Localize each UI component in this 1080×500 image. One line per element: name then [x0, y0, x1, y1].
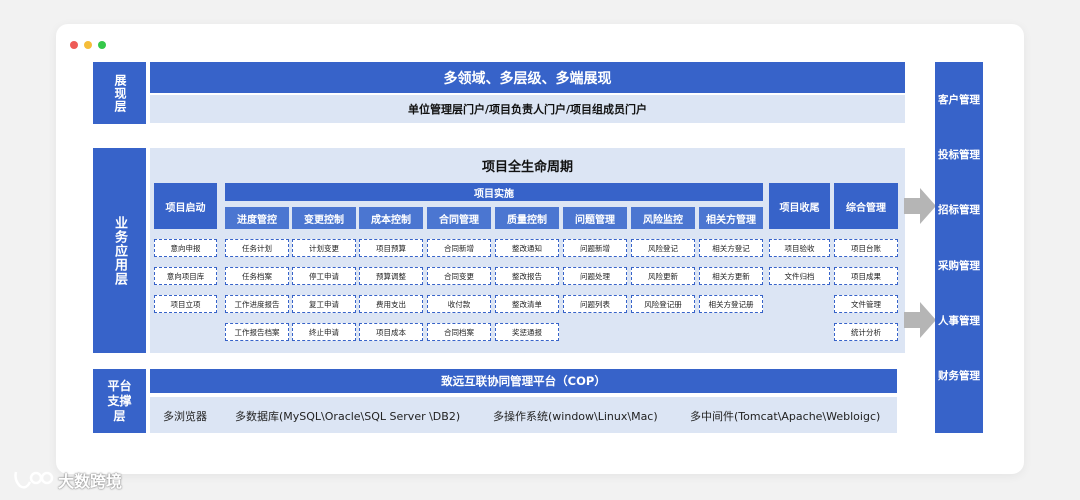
right-item-hr: 人事管理: [938, 315, 980, 327]
module-item[interactable]: 工作进度报告: [225, 295, 289, 313]
impl-column-head: 合同管理: [427, 207, 491, 229]
module-item[interactable]: 终止申请: [292, 323, 356, 341]
presentation-layer-label: 展现层: [93, 62, 146, 124]
right-arrow-icon-bottom: [904, 302, 936, 338]
module-item[interactable]: 问题列表: [563, 295, 627, 313]
platform-banner: 致远互联协同管理平台（COP）: [150, 369, 897, 393]
minimize-window-icon[interactable]: [84, 41, 92, 49]
right-systems-column: 客户管理 投标管理 招标管理 采购管理 人事管理 财务管理: [935, 62, 983, 433]
module-item[interactable]: 奖惩通报: [495, 323, 559, 341]
portals-bar: 单位管理层门户/项目负责人门户/项目组成员门户: [150, 95, 905, 123]
platform-item: 多中间件(Tomcat\Apache\Webloigc): [690, 410, 881, 423]
impl-column-head: 变更控制: [292, 207, 356, 229]
presentation-banner: 多领域、多层级、多端展现: [150, 62, 905, 93]
maximize-window-icon[interactable]: [98, 41, 106, 49]
module-item[interactable]: 项目预算: [359, 239, 423, 257]
module-item[interactable]: 项目验收: [769, 239, 830, 257]
watermark-logo-icon: [14, 471, 54, 489]
column-head-general: 综合管理: [834, 183, 898, 229]
module-item[interactable]: 文件归档: [769, 267, 830, 285]
module-item[interactable]: 整改清单: [495, 295, 559, 313]
right-item-bidding: 投标管理: [938, 149, 980, 161]
presentation-layer-text: 展现层: [113, 73, 127, 113]
close-window-icon[interactable]: [70, 41, 78, 49]
module-item[interactable]: 任务计划: [225, 239, 289, 257]
watermark-text: 大数跨境: [58, 472, 123, 491]
module-item[interactable]: 相关方更新: [699, 267, 763, 285]
right-item-tender: 招标管理: [938, 204, 980, 216]
platform-item: 多浏览器: [163, 410, 207, 423]
module-item[interactable]: 合同变更: [427, 267, 491, 285]
right-arrow-icon-top: [904, 188, 936, 224]
module-item[interactable]: 风险登记: [631, 239, 695, 257]
business-layer-text: 业务应用层: [112, 215, 127, 286]
module-item[interactable]: 项目台账: [834, 239, 898, 257]
module-item[interactable]: 费用支出: [359, 295, 423, 313]
lifecycle-title: 项目全生命周期: [481, 159, 573, 175]
module-item[interactable]: 预算调整: [359, 267, 423, 285]
module-item[interactable]: 问题新增: [563, 239, 627, 257]
module-item[interactable]: 合同档案: [427, 323, 491, 341]
module-item[interactable]: 停工申请: [292, 267, 356, 285]
module-item[interactable]: 合同新增: [427, 239, 491, 257]
right-item-customer: 客户管理: [938, 94, 980, 106]
platform-item: 多数据库(MySQL\Oracle\SQL Server \DB2): [235, 410, 461, 423]
right-item-procurement: 采购管理: [938, 260, 980, 272]
platform-item: 多操作系统(window\Linux\Mac): [493, 410, 658, 423]
module-item[interactable]: 复工申请: [292, 295, 356, 313]
impl-column-head: 成本控制: [359, 207, 423, 229]
platform-layer-label: 平台支撑层: [93, 369, 146, 433]
module-item[interactable]: 项目成果: [834, 267, 898, 285]
impl-header: 项目实施: [225, 183, 763, 201]
module-item[interactable]: 风险更新: [631, 267, 695, 285]
watermark: 大数跨境: [12, 468, 122, 492]
module-item[interactable]: 问题处理: [563, 267, 627, 285]
module-item[interactable]: 意向申报: [154, 239, 217, 257]
module-item[interactable]: 项目立项: [154, 295, 217, 313]
module-item[interactable]: 收付款: [427, 295, 491, 313]
module-item[interactable]: 风险登记册: [631, 295, 695, 313]
impl-column-head: 相关方管理: [699, 207, 763, 229]
impl-column-head: 进度管控: [225, 207, 289, 229]
column-head-closing: 项目收尾: [769, 183, 830, 229]
module-item[interactable]: 相关方登记: [699, 239, 763, 257]
right-item-finance: 财务管理: [938, 370, 980, 382]
column-head-start: 项目启动: [154, 183, 217, 229]
impl-column-head: 质量控制: [495, 207, 559, 229]
platform-items-bar: 多浏览器 多数据库(MySQL\Oracle\SQL Server \DB2) …: [150, 397, 897, 433]
module-item[interactable]: 统计分析: [834, 323, 898, 341]
module-item[interactable]: 计划变更: [292, 239, 356, 257]
platform-layer-text: 平台支撑层: [107, 378, 132, 423]
module-item[interactable]: 意向项目库: [154, 267, 217, 285]
module-item[interactable]: 工作报告档案: [225, 323, 289, 341]
impl-column-head: 问题管理: [563, 207, 627, 229]
module-item[interactable]: 项目成本: [359, 323, 423, 341]
module-item[interactable]: 相关方登记册: [699, 295, 763, 313]
module-item[interactable]: 整改报告: [495, 267, 559, 285]
impl-column-head: 风险监控: [631, 207, 695, 229]
module-item[interactable]: 任务档案: [225, 267, 289, 285]
module-item[interactable]: 整改通知: [495, 239, 559, 257]
business-layer-label: 业务应用层: [93, 148, 146, 353]
module-item[interactable]: 文件管理: [834, 295, 898, 313]
